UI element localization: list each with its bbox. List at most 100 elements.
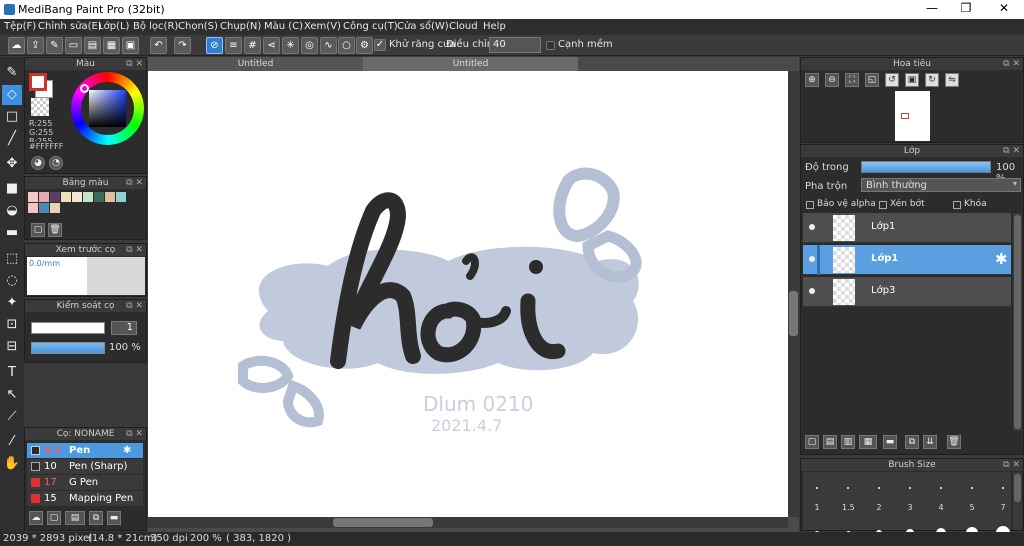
palette-swatch[interactable] (116, 192, 126, 202)
merge-layer-icon[interactable]: ⇊ (923, 435, 937, 449)
add-brush-cloud-icon[interactable]: ☁ (29, 511, 43, 525)
gradient-tool-icon[interactable]: ▬ (2, 223, 22, 243)
lasso-tool-icon[interactable]: ◌ (2, 271, 22, 291)
hand-tool-icon[interactable]: ✋ (2, 454, 22, 474)
palette-swatch[interactable] (39, 203, 49, 213)
select-eraser-icon[interactable]: ⊟ (2, 337, 22, 357)
menu-help[interactable]: Help (483, 21, 506, 32)
palette-swatch[interactable] (72, 192, 82, 202)
horizontal-scroll-thumb[interactable] (333, 518, 433, 527)
palette-swatch[interactable] (39, 192, 49, 202)
radial-snap-icon[interactable]: ✳ (282, 37, 299, 54)
comment-icon[interactable]: ✎ (46, 37, 63, 54)
menu-select[interactable]: Chọn(S) (178, 21, 218, 32)
panel-menu-icon[interactable]: ⧉ ✕ (1003, 459, 1020, 471)
color-picker-cursor[interactable] (80, 84, 89, 93)
zoom-in-icon[interactable]: ⊕ (805, 73, 819, 87)
new-folder-icon[interactable]: ▬ (883, 435, 897, 449)
brush-item[interactable]: 15 Mapping Pen (27, 491, 143, 506)
new-halftone-layer-icon[interactable]: ▤ (823, 435, 837, 449)
move-tool-icon[interactable]: ✥ (2, 154, 22, 174)
palette-mix-icon[interactable]: ◕ (31, 156, 45, 170)
new-palette-icon[interactable]: ▢ (31, 223, 45, 237)
undo-icon[interactable]: ↶ (150, 37, 167, 54)
tab-untitled-2[interactable]: Untitled (363, 57, 578, 71)
brush-size-dot[interactable] (878, 487, 880, 489)
grid-icon[interactable]: ▣ (122, 37, 139, 54)
horizontal-scrollbar[interactable] (148, 517, 788, 528)
select-tool-icon[interactable]: ⬚ (2, 249, 22, 269)
vertical-scroll-thumb[interactable] (789, 291, 798, 336)
primary-color-swatch[interactable] (29, 73, 47, 91)
new-8bit-layer-icon[interactable]: ▥ (841, 435, 855, 449)
brush-size-dot[interactable] (909, 487, 911, 489)
close-button[interactable]: ✕ (990, 1, 1018, 18)
panel-menu-icon[interactable]: ⧉ ✕ (126, 58, 143, 70)
tab-untitled-1[interactable]: Untitled (148, 57, 363, 71)
rectangle-tool-icon[interactable]: □ (2, 107, 22, 127)
drawing-canvas[interactable]: Dlum 0210 2021.4.7 (148, 71, 788, 517)
restore-button[interactable]: ❐ (952, 1, 980, 18)
duplicate-layer-icon[interactable]: ⧉ (905, 435, 919, 449)
select-pen-icon[interactable]: ⊡ (2, 315, 22, 335)
brush-menu-icon[interactable]: ▤ (65, 511, 85, 525)
brush-size-dot[interactable] (847, 487, 849, 489)
brush-size-scroll-thumb[interactable] (1014, 474, 1021, 502)
document-icon[interactable]: ▤ (84, 37, 101, 54)
menu-view[interactable]: Xem(V) (304, 21, 341, 32)
magic-wand-icon[interactable]: ✦ (2, 293, 22, 313)
new-brush-icon[interactable]: ▢ (47, 511, 61, 525)
layer-row[interactable]: Lớp3 (803, 277, 1011, 307)
brush-opacity-slider[interactable] (31, 342, 105, 354)
palette-swatch[interactable] (83, 192, 93, 202)
visibility-eye-icon[interactable] (809, 288, 815, 294)
menu-tools[interactable]: Công cụ(T) (343, 21, 398, 32)
vanishing-snap-icon[interactable]: ⋖ (263, 37, 280, 54)
redo-icon[interactable]: ↷ (174, 37, 191, 54)
clipping-checkbox[interactable] (879, 201, 887, 209)
minimize-button[interactable]: — (918, 1, 946, 18)
circle-snap-icon[interactable]: ◎ (301, 37, 318, 54)
message-icon[interactable]: ▭ (65, 37, 82, 54)
brush-size-dot[interactable] (971, 487, 973, 489)
visibility-eye-icon[interactable] (809, 256, 815, 262)
palette-swatch[interactable] (50, 203, 60, 213)
rotate-left-icon[interactable]: ↺ (885, 73, 899, 87)
layer-row-selected[interactable]: Lớp1 ✱ (803, 245, 1011, 275)
navigator-viewport[interactable] (901, 113, 909, 119)
brush-settings-icon[interactable]: ✱ (123, 443, 131, 458)
new-layer-icon[interactable]: ▢ (805, 435, 819, 449)
line-tool-icon[interactable]: ╱ (2, 129, 22, 149)
palette-icon[interactable]: ◔ (49, 156, 63, 170)
panel-menu-icon[interactable]: ⧉ ✕ (126, 428, 143, 440)
layout-icon[interactable]: ▦ (103, 37, 120, 54)
lock-checkbox[interactable] (953, 201, 961, 209)
brush-size-dot[interactable] (816, 487, 818, 489)
menu-capture[interactable]: Chụp(N) (220, 21, 261, 32)
menu-layer[interactable]: Lớp(L) (98, 21, 129, 32)
menu-file[interactable]: Tệp(F) (4, 21, 36, 32)
brush-folder-icon[interactable]: ▬ (107, 511, 121, 525)
snap-off-icon[interactable]: ⊘ (206, 37, 223, 54)
menu-edit[interactable]: Chỉnh sửa(E) (38, 21, 102, 32)
palette-swatch[interactable] (105, 192, 115, 202)
transparent-swatch[interactable] (31, 98, 49, 116)
palette-swatch[interactable] (94, 192, 104, 202)
parallel-snap-icon[interactable]: ≡ (225, 37, 242, 54)
zoom-out-icon[interactable]: ⊖ (825, 73, 839, 87)
layer-row[interactable]: Lớp1 (803, 213, 1011, 243)
vertical-scrollbar[interactable] (788, 71, 799, 517)
layer-opacity-slider[interactable] (861, 161, 991, 173)
menu-cloud[interactable]: Cloud (449, 21, 478, 32)
brush-size-dot[interactable] (940, 487, 942, 489)
curve-snap-icon[interactable]: ∿ (320, 37, 337, 54)
rotate-right-icon[interactable]: ↻ (925, 73, 939, 87)
new-1bit-layer-icon[interactable]: ▦ (859, 435, 877, 449)
brush-item[interactable]: 10 Pen (Sharp) (27, 459, 143, 474)
operation-tool-icon[interactable]: ↖ (2, 385, 22, 405)
edge-checkbox[interactable] (546, 41, 555, 50)
palette-swatch[interactable] (50, 192, 60, 202)
visibility-eye-icon[interactable] (809, 224, 815, 230)
protect-alpha-checkbox[interactable] (806, 201, 814, 209)
layer-scrollbar[interactable] (1013, 213, 1022, 431)
